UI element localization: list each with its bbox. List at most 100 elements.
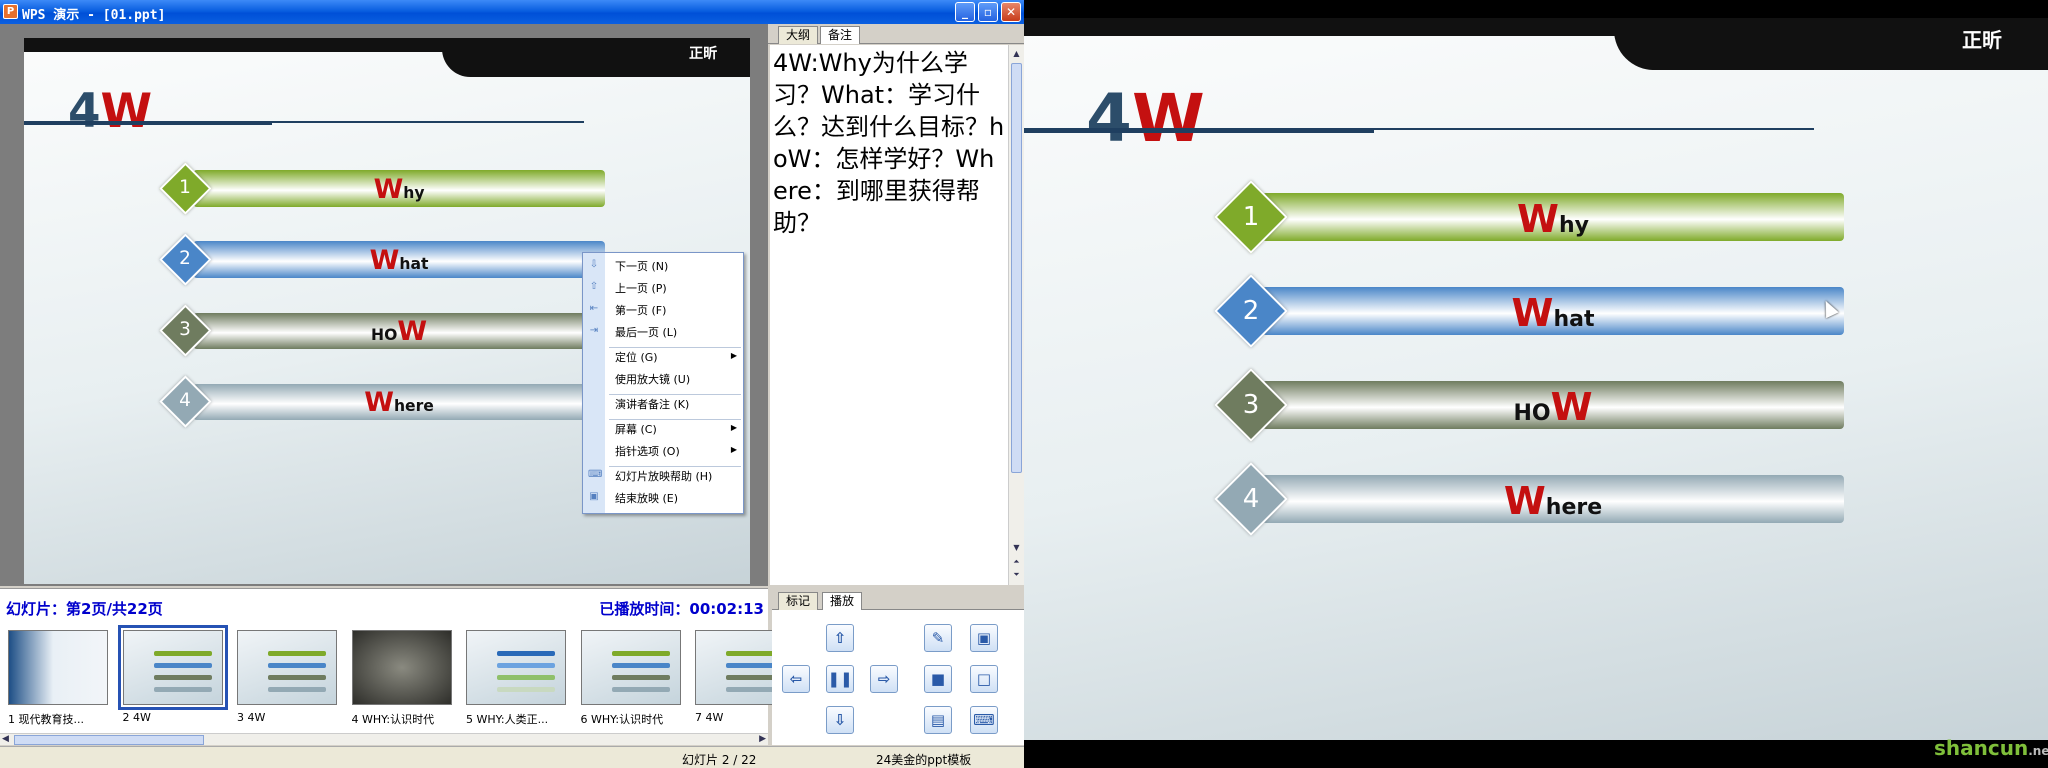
previous-slide-up-icon[interactable]: ⇧ bbox=[826, 624, 854, 652]
tab-mark[interactable]: 标记 bbox=[778, 592, 819, 610]
context-menu-item[interactable]: 定位 (G) bbox=[615, 349, 658, 365]
submenu-arrow-icon: ▶ bbox=[730, 445, 737, 454]
page-down-icon[interactable]: ⏷ bbox=[1011, 569, 1022, 581]
next-slide-down-icon[interactable]: ⇩ bbox=[826, 706, 854, 734]
thumbnail-scrollbar[interactable]: ◀ ▶ bbox=[0, 733, 768, 745]
white-screen-icon[interactable]: □ bbox=[970, 665, 998, 693]
thumbnail-bar bbox=[153, 651, 212, 656]
wps-app-icon[interactable]: P bbox=[3, 4, 18, 19]
slide-header-band bbox=[24, 38, 750, 52]
status-bar: 幻灯片 2 / 22 24美金的ppt模板 bbox=[0, 746, 1024, 768]
end-show-icon[interactable]: ▣ bbox=[970, 624, 998, 652]
slide-thumbnail[interactable]: 6 WHY:认识时代 bbox=[580, 630, 689, 727]
thumbnail-bar bbox=[268, 675, 326, 680]
thumbnail-bar bbox=[611, 663, 670, 668]
presentation-icon[interactable]: ▤ bbox=[924, 706, 952, 734]
context-menu: 下一页 (N) ⇩ 上一页 (P) ⇧ 第一页 (F) ⇤ 最后一页 (L) ⇥ 定位 (G) ▶… bbox=[582, 252, 744, 514]
title-underline-thick bbox=[1024, 128, 1374, 133]
notes-scrollbar[interactable]: ▲ ▼ ⏶ ⏷ bbox=[1008, 45, 1024, 585]
slide-thumbnail-image bbox=[351, 630, 452, 705]
fullscreen-slide[interactable]: 正昕 4W 1 Why 2 What 3 HOW 4 Where bbox=[1024, 18, 2048, 740]
item-label: Why bbox=[193, 172, 606, 211]
context-menu-item[interactable]: 下一页 (N) bbox=[615, 258, 668, 274]
tab-outline[interactable]: 大纲 bbox=[778, 26, 819, 44]
context-menu-item[interactable]: 指针选项 (O) bbox=[615, 443, 680, 459]
slide-thumbnail[interactable]: 1 现代教育技... bbox=[8, 630, 116, 727]
black-screen-icon[interactable]: ■ bbox=[924, 665, 952, 693]
pen-tool-icon[interactable]: ✎ bbox=[924, 624, 952, 652]
item-label-rest: HO bbox=[1513, 401, 1551, 426]
slide-title-digit: 4 bbox=[67, 85, 101, 140]
slide-position: 幻灯片：第2页/共22页 bbox=[6, 600, 163, 618]
thumbnail-bar bbox=[153, 663, 212, 668]
item-label-rest: hy bbox=[403, 183, 425, 202]
slide-title-letter: W bbox=[100, 85, 153, 140]
item-label-initial: W bbox=[373, 173, 404, 205]
minimize-button[interactable]: _ bbox=[955, 2, 975, 22]
tab-play[interactable]: 播放 bbox=[822, 592, 863, 610]
tab-notes[interactable]: 备注 bbox=[820, 26, 861, 44]
watermark: shancun.net bbox=[1934, 736, 2048, 760]
slide-thumbnail[interactable]: 5 WHY:人类正... bbox=[466, 630, 574, 727]
context-menu-item[interactable]: 使用放大镜 (U) bbox=[615, 371, 690, 387]
context-menu-item[interactable]: 上一页 (P) bbox=[615, 280, 667, 296]
context-menu-item[interactable]: 结束放映 (E) bbox=[615, 490, 678, 506]
context-menu-item[interactable]: 最后一页 (L) bbox=[615, 324, 677, 340]
speaker-notes[interactable]: 4W:Why为什么学习？What：学习什么？达到什么目标？hoW：怎样学好？Wh… bbox=[770, 45, 1008, 585]
template-name: 24美金的ppt模板 bbox=[876, 753, 972, 767]
up-arrow-icon: ⇧ bbox=[589, 281, 599, 292]
item-label-rest: here bbox=[393, 397, 434, 416]
context-menu-item[interactable]: 第一页 (F) bbox=[615, 302, 666, 318]
slide-thumbnail-label: 4 WHY:认识时代 bbox=[351, 713, 435, 726]
item-label: What bbox=[1262, 289, 1844, 344]
thumbnail-bar bbox=[153, 687, 212, 692]
item-label-rest: hat bbox=[1553, 307, 1595, 332]
page-up-icon[interactable]: ⏶ bbox=[1011, 556, 1022, 568]
elapsed-time: 已播放时间：00:02:13 bbox=[599, 600, 764, 618]
scroll-up-icon[interactable]: ▲ bbox=[1011, 48, 1022, 60]
presenter-window: P WPS 演示 - [01.ppt] _ ▫ ✕ 正昕 4W 1 Why 2 What 3… bbox=[0, 0, 1024, 768]
item-label: Where bbox=[1262, 477, 1844, 532]
slide-logo: 正昕 bbox=[689, 45, 718, 62]
slide-thumbnail-image bbox=[466, 630, 566, 705]
first-slide-icon[interactable]: ⇦ bbox=[782, 665, 810, 693]
thumbnail-bar bbox=[497, 675, 555, 680]
slide-thumbnail-label: 5 WHY:人类正... bbox=[466, 713, 549, 726]
pause-icon[interactable]: ❚❚ bbox=[826, 665, 854, 693]
thumbnail-bar bbox=[497, 687, 555, 692]
item-label-initial: W bbox=[1517, 197, 1559, 241]
thumbnail-scroll-thumb[interactable] bbox=[14, 735, 204, 745]
item-label-initial: W bbox=[364, 387, 394, 419]
item-label-initial: W bbox=[397, 316, 428, 348]
slide-thumbnail-label: 1 现代教育技... bbox=[8, 713, 84, 726]
context-menu-item[interactable]: 演讲者备注 (K) bbox=[615, 396, 689, 412]
item-label-initial: W bbox=[369, 244, 400, 276]
context-menu-item[interactable]: 幻灯片放映帮助 (H) bbox=[615, 468, 712, 484]
title-underline-thin bbox=[272, 121, 585, 123]
playback-controls: ⇧ ⇦ ❚❚ ⇨ ⇩ ✎ ▣ ■ □ ▤ ⌨ bbox=[772, 610, 1024, 745]
scroll-left-icon[interactable]: ◀ bbox=[2, 734, 9, 744]
item-label: Where bbox=[193, 385, 606, 424]
keyboard-icon[interactable]: ⌨ bbox=[970, 706, 998, 734]
slide-title-digit: 4 bbox=[1086, 80, 1132, 157]
maximize-button[interactable]: ▫ bbox=[978, 2, 998, 22]
next-slide-icon[interactable]: ⇨ bbox=[870, 665, 898, 693]
submenu-arrow-icon: ▶ bbox=[730, 423, 737, 432]
notes-scroll-thumb[interactable] bbox=[1011, 63, 1022, 473]
context-menu-separator bbox=[609, 394, 741, 395]
item-label-rest: hy bbox=[1558, 213, 1589, 238]
close-button[interactable]: ✕ bbox=[1001, 2, 1021, 22]
title-bar[interactable]: P WPS 演示 - [01.ppt] _ ▫ ✕ bbox=[0, 0, 1024, 24]
slide-thumbnail[interactable]: 3 4W bbox=[237, 630, 345, 724]
slide-thumbnail[interactable]: 2 4W bbox=[117, 625, 231, 724]
thumbnail-bar bbox=[268, 651, 326, 656]
context-menu-separator bbox=[609, 419, 741, 420]
notes-panel-tabs: 大纲 备注 bbox=[768, 24, 1024, 44]
scroll-right-icon[interactable]: ▶ bbox=[759, 734, 766, 744]
thumbnail-bar bbox=[611, 675, 670, 680]
item-label-initial: W bbox=[1503, 479, 1546, 523]
slide-title: 4W bbox=[68, 89, 152, 136]
scroll-down-icon[interactable]: ▼ bbox=[1011, 542, 1022, 554]
slide-thumbnail[interactable]: 4 WHY:认识时代 bbox=[351, 630, 460, 727]
context-menu-item[interactable]: 屏幕 (C) bbox=[615, 421, 657, 437]
